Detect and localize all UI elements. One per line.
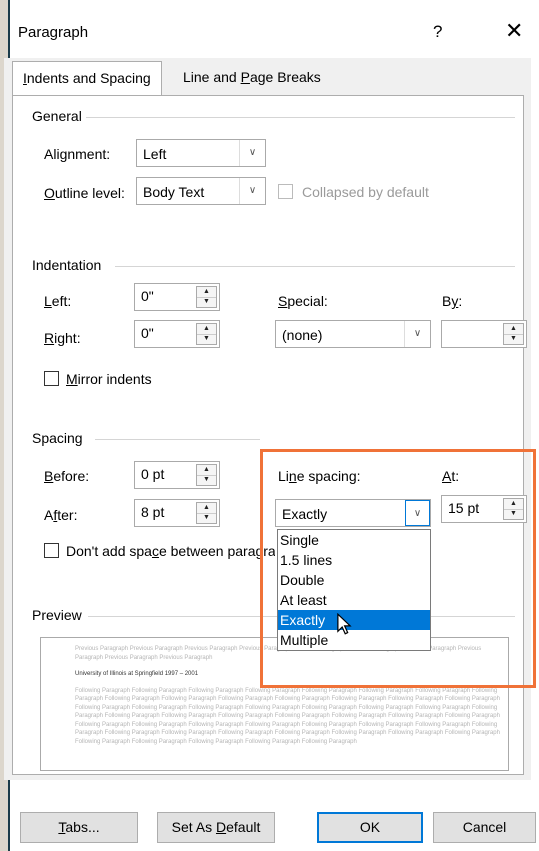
outline-level-select[interactable]: Body Text ∨ [136,177,266,205]
spin-down-icon[interactable]: ▼ [197,297,216,307]
section-indentation: Indentation [32,257,106,273]
set-as-default-button[interactable]: Set As Default [157,812,275,843]
outline-level-value: Body Text [143,184,205,200]
chevron-down-icon[interactable]: ∨ [239,140,265,166]
section-divider [95,439,260,440]
after-value: 8 pt [141,504,165,520]
option-multiple[interactable]: Multiple [278,630,430,650]
close-button[interactable]: ✕ [505,18,523,44]
by-spinner[interactable]: ▲ ▼ [441,320,527,348]
special-value: (none) [282,327,323,343]
section-preview: Preview [32,607,86,623]
section-divider [85,117,515,118]
chevron-down-icon[interactable]: ∨ [404,321,430,347]
indent-right-spinner[interactable]: 0" ▲ ▼ [134,320,220,348]
section-divider [115,266,515,267]
spin-down-icon[interactable]: ▼ [197,475,216,485]
paragraph-preview: Previous Paragraph Previous Paragraph Pr… [40,637,509,771]
indent-right-label: Right: [44,330,81,346]
tab-indents-spacing[interactable]: Indents and Spacing [12,61,162,96]
after-spinner[interactable]: 8 pt ▲ ▼ [134,499,220,527]
spin-down-icon[interactable]: ▼ [504,509,523,519]
preview-following-text: Following Paragraph Following Paragraph … [75,687,500,745]
mirror-indents-checkbox[interactable] [44,371,59,386]
before-value: 0 pt [141,466,165,482]
indent-right-value: 0" [141,325,154,341]
before-spinner[interactable]: 0 pt ▲ ▼ [134,461,220,489]
collapsed-checkbox[interactable] [278,184,293,199]
spin-arrows: ▲ ▼ [503,323,524,345]
alignment-value: Left [143,146,167,162]
line-spacing-label: Line spacing: [278,468,361,484]
dont-add-space-label: Don't add space between paragra [66,543,275,559]
cancel-button[interactable]: Cancel [433,812,536,843]
option-exactly[interactable]: Exactly [278,610,430,630]
at-label: At: [442,468,460,484]
by-label: By: [442,293,463,309]
at-value: 15 pt [448,500,480,516]
option-1-5-lines[interactable]: 1.5 lines [278,550,430,570]
dont-add-space-checkbox[interactable] [44,543,59,558]
spin-down-icon[interactable]: ▼ [504,334,523,344]
indent-left-spinner[interactable]: 0" ▲ ▼ [134,283,220,311]
indent-left-value: 0" [141,288,154,304]
option-double[interactable]: Double [278,570,430,590]
section-general: General [32,108,86,124]
after-label: After: [44,507,78,523]
dialog-title: Paragraph [18,24,89,41]
ok-button[interactable]: OK [317,812,423,843]
mouse-pointer-icon [337,613,352,635]
preview-current-text: University of Illinois at Springfield 19… [75,671,199,677]
section-spacing: Spacing [32,430,87,446]
collapsed-label: Collapsed by default [302,184,429,200]
tabs-button[interactable]: Tabs... [20,812,138,843]
spin-arrows: ▲ ▼ [196,323,217,345]
alignment-label: Alignment: [44,146,111,162]
indent-left-label: Left: [44,293,72,309]
special-select[interactable]: (none) ∨ [275,320,431,348]
line-spacing-value: Exactly [282,506,328,522]
option-at-least[interactable]: At least [278,590,430,610]
spin-arrows: ▲ ▼ [196,464,217,486]
special-label: Special: [278,293,328,309]
line-spacing-options: Single 1.5 lines Double At least Exactly… [277,529,431,651]
help-button[interactable]: ? [433,22,442,42]
chevron-down-icon[interactable]: ∨ [239,178,265,204]
before-label: Before: [44,468,90,484]
alignment-select[interactable]: Left ∨ [136,139,266,167]
chevron-down-icon[interactable]: ∨ [405,500,430,526]
at-spinner[interactable]: 15 pt ▲ ▼ [441,495,527,523]
line-spacing-select[interactable]: Exactly ∨ [275,499,431,527]
outline-level-label: Outline level: [44,185,125,201]
spin-down-icon[interactable]: ▼ [197,513,216,523]
spin-arrows: ▲ ▼ [196,286,217,308]
spin-arrows: ▲ ▼ [196,502,217,524]
spin-arrows: ▲ ▼ [503,498,524,520]
spin-down-icon[interactable]: ▼ [197,334,216,344]
option-single[interactable]: Single [278,530,430,550]
mirror-indents-label: Mirror indents [66,371,152,387]
tab-line-page-breaks[interactable]: Line and Page Breaks [173,61,331,95]
